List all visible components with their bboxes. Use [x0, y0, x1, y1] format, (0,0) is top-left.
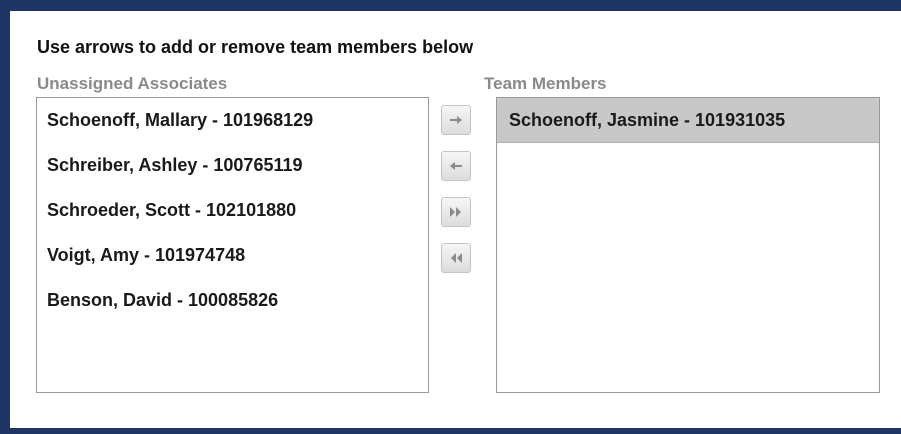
double-chevron-right-icon: [449, 206, 463, 218]
unassigned-label: Unassigned Associates: [37, 74, 228, 93]
list-item[interactable]: Voigt, Amy - 101974748: [37, 233, 428, 278]
arrow-left-icon: [449, 160, 463, 172]
move-left-button[interactable]: [441, 151, 471, 181]
double-chevron-left-icon: [449, 252, 463, 264]
move-all-right-button[interactable]: [441, 197, 471, 227]
transfer-buttons: [441, 105, 471, 289]
arrow-right-icon: [449, 114, 463, 126]
team-members-listbox[interactable]: Schoenoff, Jasmine - 101931035: [496, 97, 880, 393]
list-item[interactable]: Benson, David - 100085826: [37, 278, 428, 323]
team-members-label: Team Members: [484, 74, 607, 93]
move-right-button[interactable]: [441, 105, 471, 135]
move-all-left-button[interactable]: [441, 243, 471, 273]
list-item[interactable]: Schoenoff, Mallary - 101968129: [37, 98, 428, 143]
instructions-text: Use arrows to add or remove team members…: [37, 37, 474, 57]
list-item[interactable]: Schreiber, Ashley - 100765119: [37, 143, 428, 188]
list-item[interactable]: Schroeder, Scott - 102101880: [37, 188, 428, 233]
unassigned-listbox[interactable]: Schoenoff, Mallary - 101968129 Schreiber…: [36, 97, 429, 393]
list-item[interactable]: Schoenoff, Jasmine - 101931035: [497, 98, 879, 143]
